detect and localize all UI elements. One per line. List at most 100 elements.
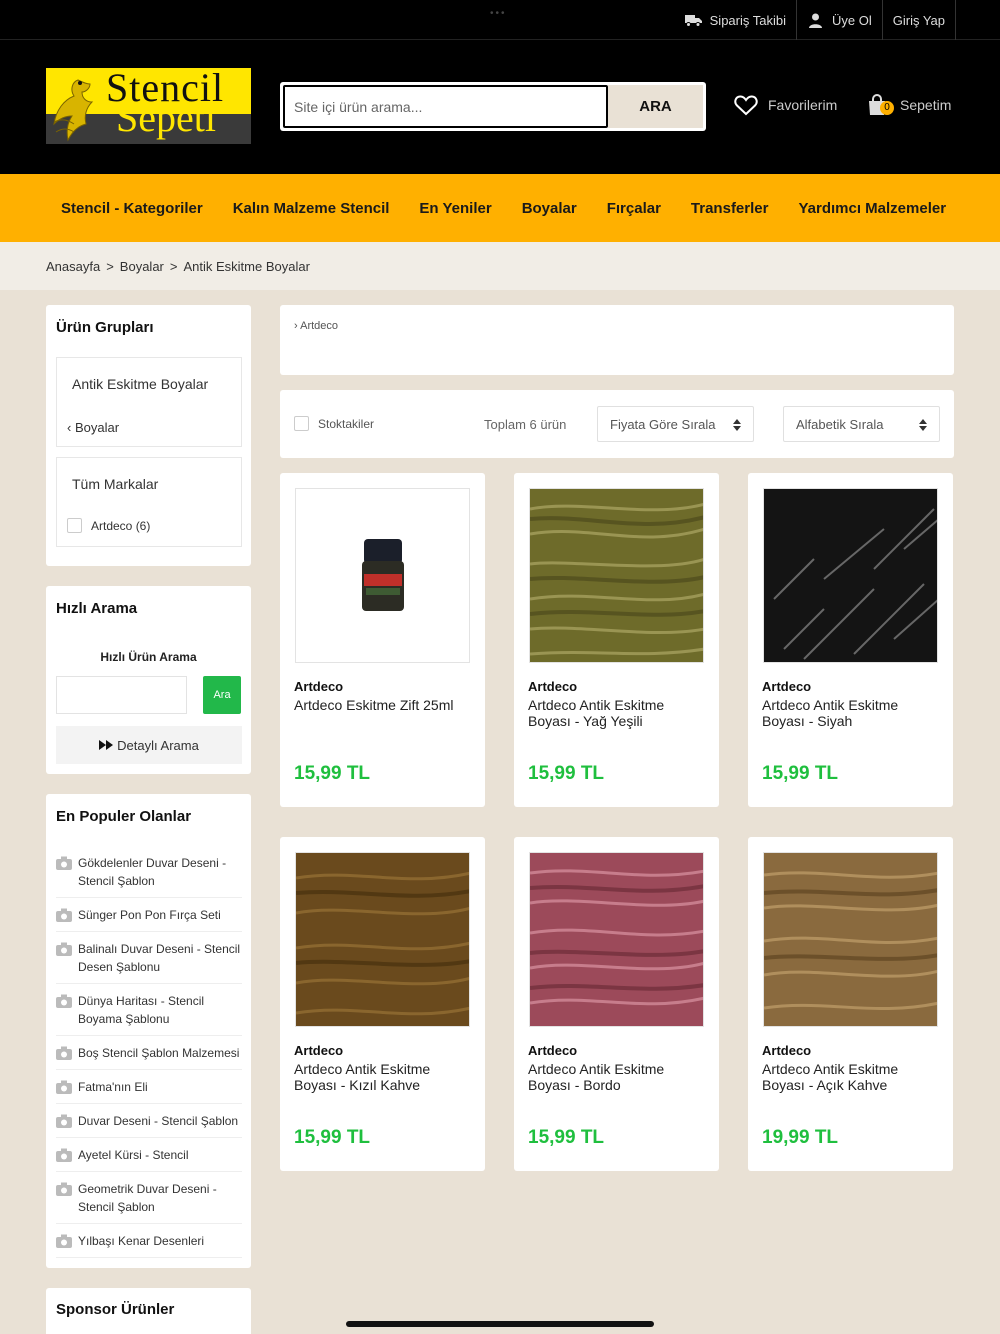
paint-swatch-image bbox=[530, 489, 703, 662]
breadcrumb-separator: > bbox=[106, 258, 114, 274]
product-name[interactable]: Artdeco Antik Eskitme Boyası - Yağ Yeşil… bbox=[528, 697, 710, 729]
product-image[interactable] bbox=[295, 488, 470, 663]
product-price: 15,99 TL bbox=[528, 763, 605, 784]
popular-item-label: Dünya Haritası - Stencil Boyama Şablonu bbox=[78, 994, 205, 1026]
product-card[interactable]: Artdeco Artdeco Eskitme Zift 25ml 15,99 … bbox=[280, 473, 485, 807]
sort-alpha-select[interactable]: Alfabetik Sırala bbox=[783, 406, 940, 442]
paint-swatch-image bbox=[764, 489, 937, 662]
popular-item[interactable]: Balinalı Duvar Deseni - Stencil Desen Şa… bbox=[56, 940, 242, 984]
popular-item-label: Fatma'nın Eli bbox=[78, 1080, 148, 1094]
sponsor-title: Sponsor Ürünler bbox=[56, 1301, 175, 1318]
search-button[interactable]: ARA bbox=[608, 85, 703, 128]
product-card[interactable]: Artdeco Artdeco Antik Eskitme Boyası - K… bbox=[280, 837, 485, 1171]
all-brands-label[interactable]: Tüm Markalar bbox=[72, 476, 158, 492]
product-groups-title: Ürün Grupları bbox=[56, 319, 154, 336]
brand-filter-artdeco[interactable]: Artdeco (6) bbox=[67, 518, 150, 533]
product-image[interactable] bbox=[529, 488, 704, 663]
product-groups-panel: Ürün Grupları Antik Eskitme Boyalar ‹ Bo… bbox=[46, 305, 251, 566]
total-count: Toplam 6 ürün bbox=[484, 417, 567, 432]
order-tracking-label: Sipariş Takibi bbox=[709, 12, 786, 28]
nav-item-transfers[interactable]: Transferler bbox=[676, 200, 784, 217]
product-name[interactable]: Artdeco Antik Eskitme Boyası - Siyah bbox=[762, 697, 944, 729]
camera-icon bbox=[56, 942, 72, 956]
sort-price-select[interactable]: Fiyata Göre Sırala bbox=[597, 406, 754, 442]
product-brand: Artdeco bbox=[762, 679, 812, 694]
favorites-label: Favorilerim bbox=[768, 97, 838, 113]
brand-checkbox[interactable] bbox=[67, 518, 82, 533]
nav-item-thick-stencil[interactable]: Kalın Malzeme Stencil bbox=[218, 200, 405, 217]
parent-category-label: Boyalar bbox=[74, 420, 120, 435]
favorites-link[interactable]: Favorilerim bbox=[734, 94, 837, 116]
popular-item[interactable]: Duvar Deseni - Stencil Şablon bbox=[56, 1112, 242, 1138]
brands-box: Tüm Markalar Artdeco (6) bbox=[56, 457, 242, 547]
product-image[interactable] bbox=[529, 852, 704, 1027]
popular-item-label: Balinalı Duvar Deseni - Stencil Desen Şa… bbox=[78, 942, 241, 974]
camera-icon bbox=[56, 1148, 72, 1162]
detailed-search-button[interactable]: Detaylı Arama bbox=[56, 726, 242, 764]
breadcrumb-home[interactable]: Anasayfa bbox=[46, 259, 100, 274]
camera-icon bbox=[56, 1234, 72, 1248]
quick-search-input[interactable] bbox=[56, 676, 187, 714]
quick-search-label: Hızlı Ürün Arama bbox=[100, 650, 197, 664]
popular-item[interactable]: Boş Stencil Şablon Malzemesi bbox=[56, 1044, 242, 1070]
product-card[interactable]: Artdeco Artdeco Antik Eskitme Boyası - B… bbox=[514, 837, 719, 1171]
breadcrumb-current[interactable]: Antik Eskitme Boyalar bbox=[183, 259, 309, 274]
in-stock-checkbox[interactable] bbox=[294, 416, 309, 431]
quick-search-button[interactable]: Ara bbox=[203, 676, 241, 714]
popular-panel: En Populer Olanlar Gökdelenler Duvar Des… bbox=[46, 794, 251, 1268]
product-brand: Artdeco bbox=[294, 679, 344, 694]
popular-item[interactable]: Yılbaşı Kenar Desenleri bbox=[56, 1232, 242, 1258]
popular-item-label: Boş Stencil Şablon Malzemesi bbox=[78, 1046, 240, 1060]
site-logo[interactable]: Stencil Sepeti bbox=[46, 68, 251, 144]
nav-item-brushes[interactable]: Fırçalar bbox=[592, 200, 676, 217]
basket-icon-wrap: 0 bbox=[866, 94, 894, 116]
popular-item[interactable]: Dünya Haritası - Stencil Boyama Şablonu bbox=[56, 992, 242, 1036]
login-link[interactable]: Giriş Yap bbox=[883, 0, 956, 40]
peacock-logo-icon bbox=[53, 79, 94, 142]
sort-arrows-icon bbox=[919, 419, 927, 431]
product-name[interactable]: Artdeco Antik Eskitme Boyası - Kızıl Kah… bbox=[294, 1061, 476, 1093]
product-price: 15,99 TL bbox=[528, 1127, 605, 1148]
basket-label: Sepetim bbox=[900, 97, 952, 113]
breadcrumb-paints[interactable]: Boyalar bbox=[120, 259, 164, 274]
product-name[interactable]: Artdeco Eskitme Zift 25ml bbox=[294, 697, 476, 713]
fast-forward-icon bbox=[99, 740, 114, 750]
popular-item[interactable]: Geometrik Duvar Deseni - Stencil Şablon bbox=[56, 1180, 242, 1224]
product-image[interactable] bbox=[763, 488, 938, 663]
parent-category-link[interactable]: ‹ Boyalar bbox=[67, 420, 119, 435]
quick-search-panel: Hızlı Arama Hızlı Ürün Arama Ara Detaylı… bbox=[46, 586, 251, 774]
paint-swatch-image bbox=[530, 853, 703, 1026]
product-image[interactable] bbox=[295, 852, 470, 1027]
sort-arrows-icon bbox=[733, 419, 741, 431]
basket-link[interactable]: 0 Sepetim bbox=[866, 94, 951, 116]
popular-item-label: Gökdelenler Duvar Deseni - Stencil Şablo… bbox=[78, 856, 227, 888]
product-name[interactable]: Artdeco Antik Eskitme Boyası - Bordo bbox=[528, 1061, 710, 1093]
popular-item[interactable]: Ayetel Kürsi - Stencil bbox=[56, 1146, 242, 1172]
listing-toolbar: Stoktakiler Toplam 6 ürün Fiyata Göre Sı… bbox=[280, 390, 954, 458]
popular-item[interactable]: Sünger Pon Pon Fırça Seti bbox=[56, 906, 242, 932]
nav-item-paints[interactable]: Boyalar bbox=[507, 200, 592, 217]
sponsor-panel: Sponsor Ürünler bbox=[46, 1288, 251, 1334]
product-brand: Artdeco bbox=[528, 679, 578, 694]
nav-item-stencil-categories[interactable]: Stencil - Kategoriler bbox=[46, 200, 218, 217]
register-link[interactable]: Üye Ol bbox=[797, 0, 883, 40]
category-box: Antik Eskitme Boyalar ‹ Boyalar bbox=[56, 357, 242, 447]
camera-icon bbox=[56, 1182, 72, 1196]
popular-item-label: Ayetel Kürsi - Stencil bbox=[78, 1148, 189, 1162]
product-card[interactable]: Artdeco Artdeco Antik Eskitme Boyası - S… bbox=[748, 473, 953, 807]
product-card[interactable]: Artdeco Artdeco Antik Eskitme Boyası - A… bbox=[748, 837, 953, 1171]
product-image[interactable] bbox=[763, 852, 938, 1027]
popular-item[interactable]: Gökdelenler Duvar Deseni - Stencil Şablo… bbox=[56, 854, 242, 898]
current-category[interactable]: Antik Eskitme Boyalar bbox=[72, 376, 208, 392]
brand-link[interactable]: › Artdeco bbox=[294, 320, 338, 332]
product-name[interactable]: Artdeco Antik Eskitme Boyası - Açık Kahv… bbox=[762, 1061, 944, 1093]
chevron-right-icon: › bbox=[294, 320, 298, 332]
nav-item-supplies[interactable]: Yardımcı Malzemeler bbox=[783, 200, 961, 217]
in-stock-filter[interactable]: Stoktakiler bbox=[294, 416, 374, 431]
order-tracking-link[interactable]: Sipariş Takibi bbox=[675, 0, 797, 40]
popular-item[interactable]: Fatma'nın Eli bbox=[56, 1078, 242, 1104]
search-input[interactable] bbox=[283, 85, 608, 128]
product-card[interactable]: Artdeco Artdeco Antik Eskitme Boyası - Y… bbox=[514, 473, 719, 807]
user-icon bbox=[809, 13, 822, 28]
nav-item-newest[interactable]: En Yeniler bbox=[404, 200, 506, 217]
